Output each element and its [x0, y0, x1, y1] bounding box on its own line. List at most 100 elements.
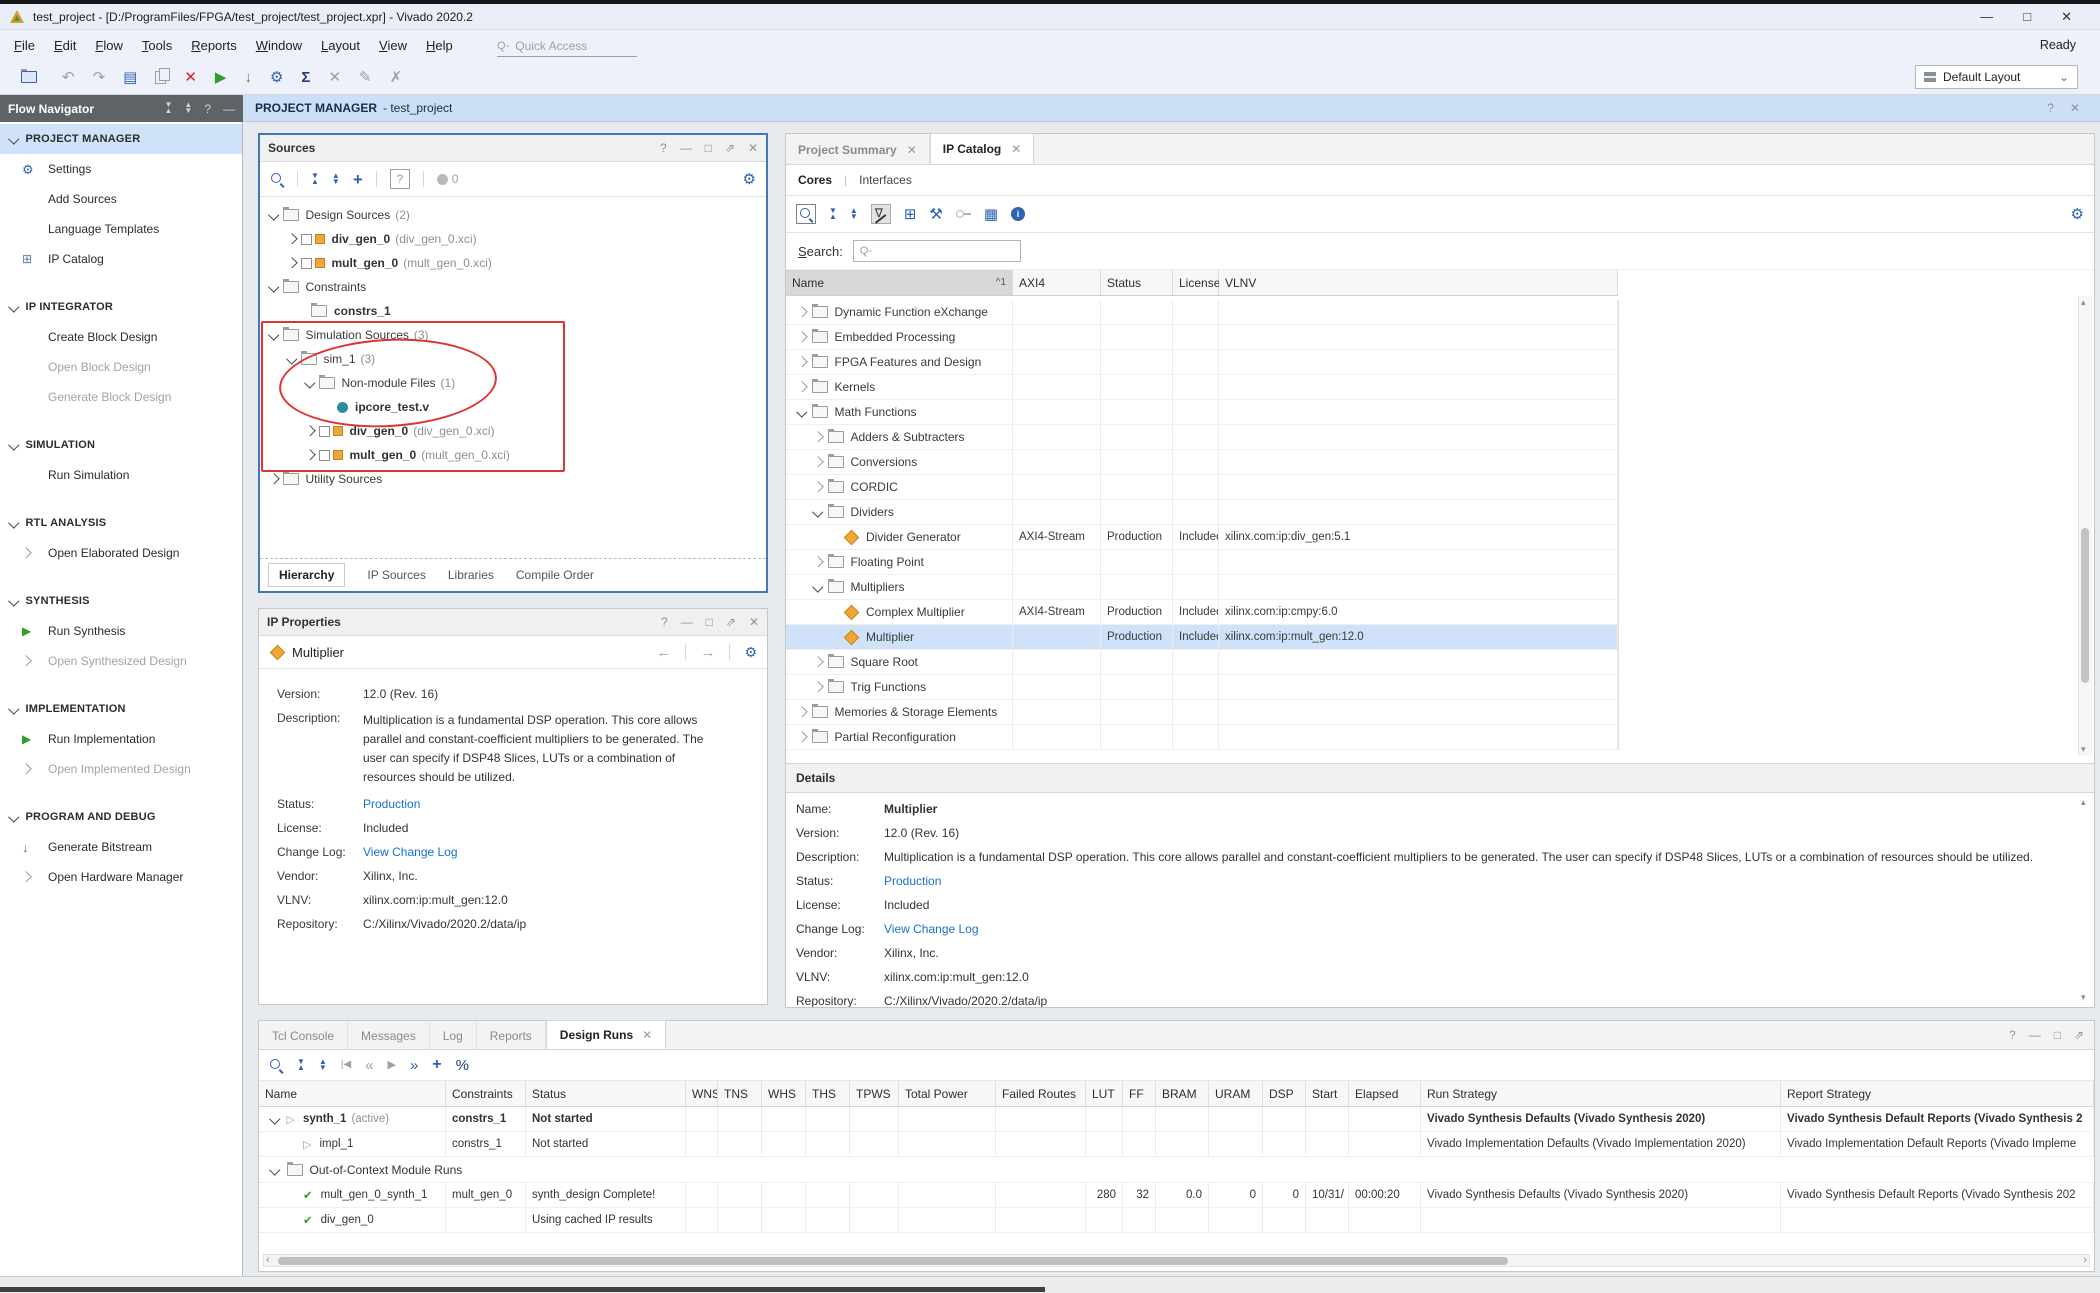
tab-tcl-console[interactable]: Tcl Console	[259, 1022, 348, 1049]
wrench-icon[interactable]: ⚒	[929, 207, 942, 222]
column-status[interactable]: Status	[526, 1081, 686, 1106]
column-license[interactable]: License	[1173, 270, 1219, 295]
column-report-strategy[interactable]: Report Strategy	[1781, 1081, 2094, 1106]
scroll-down-icon[interactable]: ▾	[2081, 744, 2086, 755]
tab-project-summary[interactable]: Project Summary ✕	[786, 135, 930, 164]
menu-view[interactable]: View	[379, 38, 407, 53]
chevron-down-icon[interactable]	[8, 518, 19, 529]
catalog-row-dividers[interactable]: Dividers	[786, 500, 1618, 525]
catalog-row-memories-storage[interactable]: Memories & Storage Elements	[786, 700, 1618, 725]
chevron-right-icon[interactable]	[812, 557, 823, 568]
chevron-down-icon[interactable]	[8, 812, 19, 823]
collapse-all-icon[interactable]	[311, 173, 319, 185]
expand-all-icon[interactable]	[319, 1059, 327, 1071]
sidebar-item-implementation[interactable]: IMPLEMENTATION	[0, 694, 242, 724]
sidebar-item-run-implementation[interactable]: ▶ Run Implementation	[0, 724, 242, 754]
sidebar-item-program-and-debug[interactable]: PROGRAM AND DEBUG	[0, 802, 242, 832]
tab-messages[interactable]: Messages	[348, 1022, 430, 1049]
menu-edit[interactable]: Edit	[54, 38, 76, 53]
column-start[interactable]: Start	[1306, 1081, 1349, 1106]
window-maximize-button[interactable]: □	[2023, 9, 2031, 25]
chevron-down-icon[interactable]	[812, 582, 823, 593]
scroll-right-icon[interactable]: ›	[2083, 1254, 2087, 1266]
tab-libraries[interactable]: Libraries	[448, 568, 494, 582]
catalog-row-multiplier-selected[interactable]: Multiplier ProductionIncludedxilinx.com:…	[786, 625, 1618, 650]
search-icon[interactable]	[269, 1058, 283, 1072]
tab-compile-order[interactable]: Compile Order	[516, 568, 594, 582]
chevron-down-icon[interactable]	[268, 282, 279, 293]
column-name[interactable]: Name	[259, 1081, 446, 1106]
close-icon[interactable]: ✕	[1011, 142, 1021, 156]
tree-item-constraints[interactable]: Constraints	[260, 275, 766, 299]
help-icon[interactable]: ?	[204, 102, 211, 116]
menu-layout[interactable]: Layout	[321, 38, 360, 53]
search-input[interactable]: Q-	[853, 240, 1021, 262]
catalog-search-field[interactable]	[876, 243, 1000, 259]
gear-icon[interactable]: ⚙	[2071, 207, 2084, 222]
collapse-all-icon[interactable]	[297, 1059, 305, 1071]
catalog-row-complex-multiplier[interactable]: Complex Multiplier AXI4-StreamProduction…	[786, 600, 1618, 625]
chevron-right-icon[interactable]	[812, 457, 823, 468]
column-lut[interactable]: LUT	[1086, 1081, 1123, 1106]
sidebar-item-synthesis[interactable]: SYNTHESIS	[0, 586, 242, 616]
collapse-all-icon[interactable]	[164, 102, 172, 116]
chevron-down-icon[interactable]	[796, 407, 807, 418]
sidebar-item-ip-catalog[interactable]: ⊞ IP Catalog	[0, 244, 242, 274]
sidebar-item-open-hardware-manager[interactable]: Open Hardware Manager	[0, 862, 242, 892]
column-status[interactable]: Status	[1101, 270, 1173, 295]
collapse-all-icon[interactable]	[829, 208, 837, 220]
chevron-right-icon[interactable]	[268, 474, 279, 485]
catalog-row-adders-subtracters[interactable]: Adders & Subtracters	[786, 425, 1618, 450]
chip-icon[interactable]: ▦	[984, 207, 998, 222]
design-runs-horizontal-scrollbar[interactable]: ‹ ›	[263, 1254, 2090, 1267]
maximize-icon[interactable]: □	[705, 141, 712, 155]
help-icon[interactable]: ?	[2047, 101, 2054, 115]
expand-all-icon[interactable]	[184, 102, 192, 116]
chevron-right-icon[interactable]	[286, 258, 297, 269]
catalog-row-dynamic-function-exchange[interactable]: Dynamic Function eXchange	[786, 300, 1618, 325]
chevron-down-icon[interactable]	[269, 1114, 280, 1125]
run-icon[interactable]: ▶	[215, 70, 227, 85]
sidebar-item-run-simulation[interactable]: Run Simulation	[0, 460, 242, 490]
chevron-right-icon[interactable]	[812, 432, 823, 443]
help-icon[interactable]: ?	[660, 141, 667, 155]
scroll-up-icon[interactable]: ▴	[2081, 797, 2086, 808]
run-group-out-of-context[interactable]: Out-of-Context Module Runs	[259, 1157, 2094, 1183]
info-icon[interactable]	[1011, 207, 1025, 221]
chevron-right-icon[interactable]	[812, 482, 823, 493]
close-icon[interactable]: ✕	[748, 141, 758, 155]
tree-item-design-sources[interactable]: Design Sources(2)	[260, 203, 766, 227]
column-elapsed[interactable]: Elapsed	[1349, 1081, 1421, 1106]
expand-all-icon[interactable]	[850, 208, 858, 220]
menu-help[interactable]: Help	[426, 38, 453, 53]
sidebar-item-open-elaborated-design[interactable]: Open Elaborated Design	[0, 538, 242, 568]
sidebar-item-settings[interactable]: ⚙ Settings	[0, 154, 242, 184]
chevron-down-icon[interactable]	[8, 440, 19, 451]
sidebar-item-project-manager[interactable]: PROJECT MANAGER	[0, 124, 242, 154]
catalog-row-conversions[interactable]: Conversions	[786, 450, 1618, 475]
details-scrollbar[interactable]: ▴ ▾	[2079, 797, 2092, 1003]
sidebar-item-run-synthesis[interactable]: ▶ Run Synthesis	[0, 616, 242, 646]
window-minimize-button[interactable]: —	[1980, 9, 1993, 25]
subtab-cores[interactable]: Cores	[798, 173, 832, 187]
help-icon[interactable]: ?	[661, 615, 668, 629]
run-row-impl-1[interactable]: ▷impl_1 constrs_1 Not started Vivado Imp…	[259, 1132, 2094, 1157]
quick-access-search[interactable]: Q- Quick Access	[497, 36, 637, 57]
tab-ip-sources[interactable]: IP Sources	[367, 568, 425, 582]
search-icon[interactable]	[799, 207, 813, 221]
tab-ip-catalog[interactable]: IP Catalog ✕	[930, 133, 1035, 164]
tree-item-constrs-1[interactable]: constrs_1	[260, 299, 766, 323]
chevron-down-icon[interactable]	[8, 302, 19, 313]
redo-icon[interactable]: ↷	[93, 70, 106, 85]
back-icon[interactable]: ←	[656, 644, 671, 661]
sidebar-item-ip-integrator[interactable]: IP INTEGRATOR	[0, 292, 242, 322]
catalog-row-divider-generator[interactable]: Divider Generator AXI4-StreamProductionI…	[786, 525, 1618, 550]
subtab-interfaces[interactable]: Interfaces	[859, 173, 912, 187]
catalog-row-embedded-processing[interactable]: Embedded Processing	[786, 325, 1618, 350]
chevron-right-icon[interactable]	[796, 707, 807, 718]
column-axi4[interactable]: AXI4	[1013, 270, 1101, 295]
minimize-icon[interactable]: —	[681, 615, 693, 629]
float-icon[interactable]: ⇗	[2074, 1028, 2084, 1042]
report-icon[interactable]: ▤	[123, 70, 137, 85]
gear-icon[interactable]: ⚙	[744, 645, 757, 659]
